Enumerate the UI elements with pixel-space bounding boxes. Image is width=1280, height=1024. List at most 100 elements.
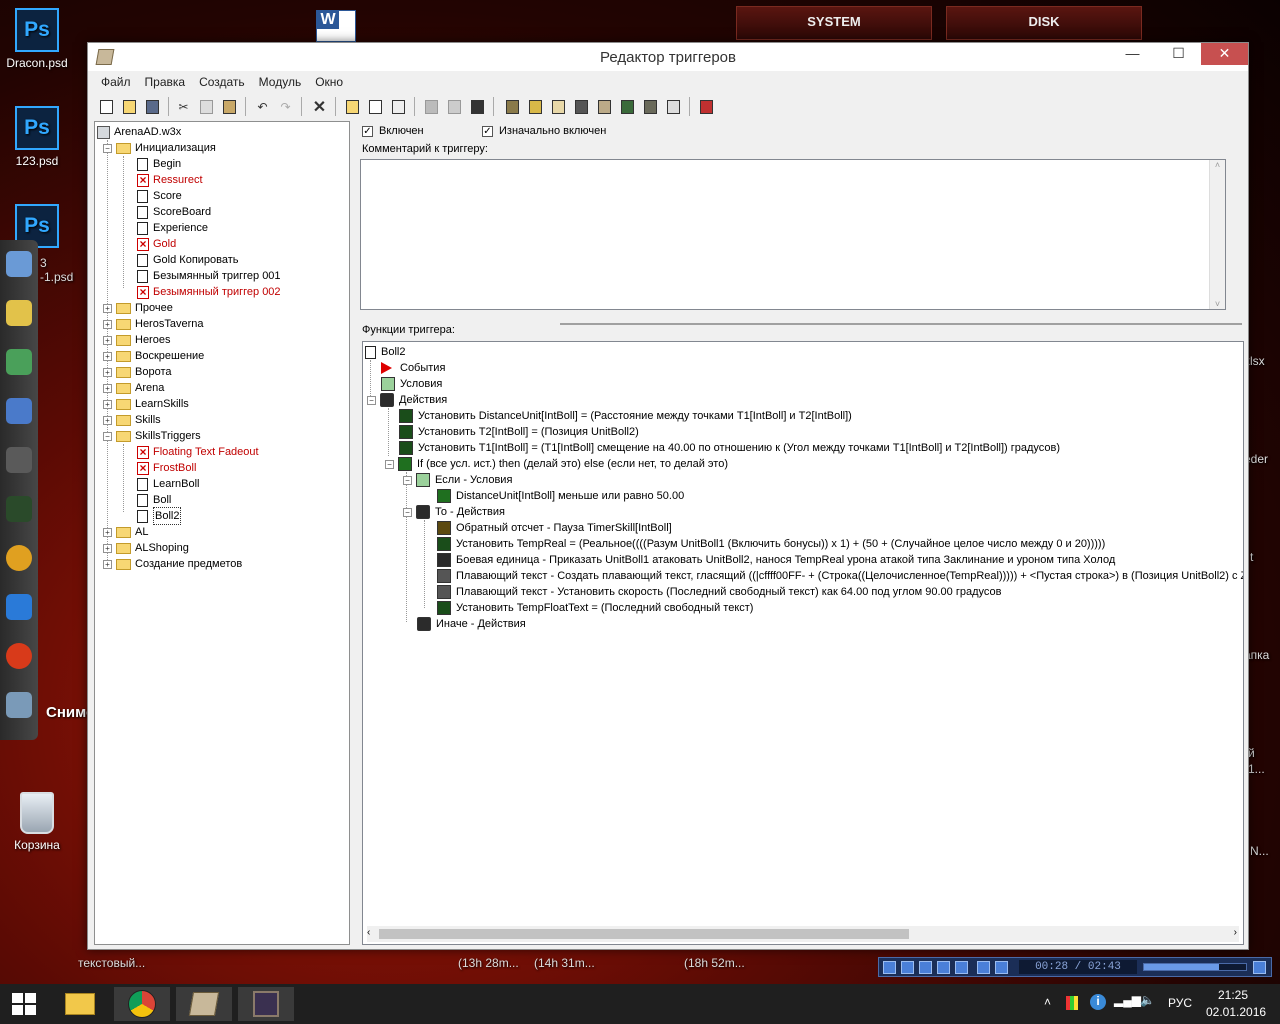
minimize-button[interactable]: —	[1110, 43, 1155, 65]
volume-icon[interactable]: 🔈	[1140, 993, 1155, 1007]
tree-item[interactable]: Begin	[137, 156, 181, 172]
tree-item[interactable]: ScoreBoard	[137, 204, 211, 220]
paste-icon[interactable]	[219, 96, 240, 117]
language-indicator[interactable]: РУС	[1168, 996, 1192, 1010]
tree-item[interactable]: + Heroes	[103, 332, 170, 348]
disk-button[interactable]: DISK	[946, 6, 1142, 40]
tree-item[interactable]: + Skills	[103, 412, 161, 428]
function-item[interactable]: Установить T1[IntBoll] = (T1[IntBoll] см…	[399, 440, 1060, 456]
undo-icon[interactable]: ↶	[252, 96, 273, 117]
function-item[interactable]: Установить TempReal = (Реальное((((Разум…	[437, 536, 1105, 552]
tree-item[interactable]: + Arena	[103, 380, 164, 396]
repeat-icon[interactable]	[977, 961, 990, 974]
trigger-editor-icon[interactable]	[525, 96, 546, 117]
function-item[interactable]: Плавающий текст - Установить скорость (П…	[437, 584, 1001, 600]
scroll-thumb[interactable]	[379, 929, 909, 939]
import-manager-icon[interactable]	[663, 96, 684, 117]
new-comment-icon[interactable]	[388, 96, 409, 117]
function-item[interactable]: DistanceUnit[IntBoll] меньше или равно 5…	[437, 488, 684, 504]
flash-icon[interactable]	[6, 643, 32, 669]
tree-item[interactable]: + LearnSkills	[103, 396, 189, 412]
menu-module[interactable]: Модуль	[252, 75, 309, 89]
tray-app-icon[interactable]	[1066, 996, 1078, 1010]
menu-window[interactable]: Окно	[308, 75, 350, 89]
expand-toggle-icon[interactable]: +	[103, 543, 112, 553]
scroll-right-icon[interactable]: ›	[1234, 927, 1237, 938]
tree-item[interactable]: + HerosTaverna	[103, 316, 203, 332]
close-button[interactable]: ✕	[1201, 43, 1248, 65]
function-item[interactable]: Boll2	[365, 344, 405, 360]
v-app-icon[interactable]	[6, 496, 32, 522]
function-item[interactable]: − Действия	[367, 392, 447, 408]
music-icon[interactable]	[6, 594, 32, 620]
tree-item[interactable]: − SkillsTriggers	[103, 428, 201, 444]
menu-file[interactable]: Файл	[94, 75, 138, 89]
title-bar[interactable]: Редактор триггеров — ☐ ✕	[88, 43, 1248, 71]
condition-icon[interactable]	[444, 96, 465, 117]
network-icon[interactable]	[6, 398, 32, 424]
clock-time[interactable]: 21:25	[1218, 988, 1248, 1002]
function-item[interactable]: Плавающий текст - Создать плавающий текс…	[437, 568, 1243, 584]
folder-icon[interactable]	[6, 300, 32, 326]
next-icon[interactable]	[955, 961, 968, 974]
tree-item[interactable]: Gold Копировать	[137, 252, 239, 268]
sound-editor-icon[interactable]	[548, 96, 569, 117]
desktop-icon-dracon[interactable]: Ps Dracon.psd	[2, 8, 72, 70]
tree-item[interactable]: × Gold	[137, 236, 176, 252]
tree-item[interactable]: − Инициализация	[103, 140, 216, 156]
comment-textarea[interactable]: ˄ ˅	[360, 159, 1226, 310]
function-item[interactable]: Обратный отсчет - Пауза TimerSkill[IntBo…	[437, 520, 672, 536]
expand-toggle-icon[interactable]: +	[103, 351, 112, 361]
function-item[interactable]: − То - Действия	[403, 504, 505, 520]
warcraft-taskbar-icon[interactable]	[238, 987, 294, 1021]
object-editor-icon[interactable]	[571, 96, 592, 117]
info-icon[interactable]: i	[1090, 994, 1106, 1010]
network-icon[interactable]: ▂▄▆	[1114, 993, 1141, 1007]
expand-toggle-icon[interactable]: +	[103, 527, 112, 537]
expand-toggle-icon[interactable]: −	[103, 143, 112, 153]
system-button[interactable]: SYSTEM	[736, 6, 932, 40]
recycle-bin[interactable]: Корзина	[2, 792, 72, 852]
desktop-icon-123[interactable]: Ps 123.psd	[2, 106, 72, 168]
camera-icon[interactable]	[6, 692, 32, 718]
tree-item[interactable]: Score	[137, 188, 182, 204]
expand-toggle-icon[interactable]: +	[103, 383, 112, 393]
stop-icon[interactable]	[919, 961, 932, 974]
open-icon[interactable]	[119, 96, 140, 117]
object-manager-icon[interactable]	[640, 96, 661, 117]
tree-item[interactable]: × FrostBoll	[137, 460, 196, 476]
tree-item[interactable]: Безымянный триггер 001	[137, 268, 281, 284]
tree-item[interactable]: + Прочее	[103, 300, 173, 316]
tree-item[interactable]: × Безымянный триггер 002	[137, 284, 281, 300]
ai-editor-icon[interactable]	[617, 96, 638, 117]
redo-icon[interactable]: ↷	[275, 96, 296, 117]
volume-slider[interactable]	[1143, 963, 1247, 971]
expand-toggle-icon[interactable]: −	[367, 395, 376, 405]
comment-scrollbar[interactable]: ˄ ˅	[1209, 160, 1225, 309]
function-item[interactable]: − If (все усл. ист.) then (делай это) els…	[385, 456, 728, 472]
new-icon[interactable]	[96, 96, 117, 117]
new-category-icon[interactable]	[342, 96, 363, 117]
save-icon[interactable]	[142, 96, 163, 117]
tree-item[interactable]: LearnBoll	[137, 476, 199, 492]
tree-item[interactable]: + Создание предметов	[103, 556, 242, 572]
maximize-button[interactable]: ☐	[1156, 43, 1201, 65]
chrome-taskbar-icon[interactable]	[114, 987, 170, 1021]
tree-item[interactable]: + Воскрешение	[103, 348, 204, 364]
play-icon[interactable]	[883, 961, 896, 974]
expand-toggle-icon[interactable]: −	[403, 475, 412, 485]
expand-toggle-icon[interactable]: −	[103, 431, 112, 441]
tree-item[interactable]: Boll2	[137, 507, 182, 525]
tree-item[interactable]: Boll	[137, 492, 171, 508]
function-item[interactable]: Установить TempFloatText = (Последний св…	[437, 600, 753, 616]
menu-create[interactable]: Создать	[192, 75, 252, 89]
explorer-taskbar-icon[interactable]	[52, 987, 108, 1021]
expand-toggle-icon[interactable]: +	[103, 367, 112, 377]
expand-toggle-icon[interactable]: +	[103, 559, 112, 569]
horizontal-scrollbar[interactable]: ‹ ›	[367, 926, 1239, 942]
event-icon[interactable]	[421, 96, 442, 117]
new-trigger-icon[interactable]	[365, 96, 386, 117]
cut-icon[interactable]: ✂	[173, 96, 194, 117]
tree-item[interactable]: + Ворота	[103, 364, 171, 380]
enabled-checkbox[interactable]: ✓ Включен	[362, 123, 424, 139]
